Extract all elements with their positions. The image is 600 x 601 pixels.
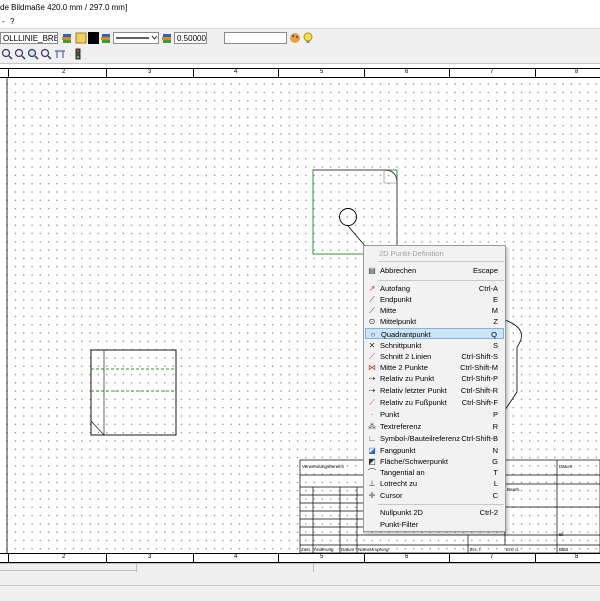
title-block-cell: Ers. d. (506, 547, 520, 552)
center-icon: ⊙ (368, 317, 376, 326)
view-toolbar (0, 46, 600, 64)
title-block-cell: Datum (341, 547, 355, 552)
point-definition-context-menu: 2D Punkt-Definition ▤ Abbrechen Escape ↗… (363, 245, 506, 532)
title-block-cell: Blatt (559, 547, 569, 552)
measure-icon[interactable] (54, 48, 66, 60)
layer-stack-icon[interactable] (61, 32, 73, 44)
symbol-reference-icon: ∟ (368, 434, 376, 443)
menu-item-schnittpunkt[interactable]: ✕ Schnittpunkt S (365, 340, 504, 351)
status-bar (0, 563, 600, 601)
menu-item-mitte-2-punkte[interactable]: ⋈ Mitte 2 Punkte Ctrl-Shift-M (365, 362, 504, 373)
window-title-bar: de Bildmaße 420.0 mm / 297.0 mm] (0, 0, 600, 17)
ruler-label: 4 (234, 69, 238, 75)
midpoint-icon: ⟋ (369, 306, 375, 315)
title-block-cell: Bearb. (507, 487, 521, 492)
centroid-icon: ◩ (368, 457, 376, 466)
menu-bar: - ? (0, 16, 600, 28)
relative-foot-point-icon: ⟋ (369, 398, 375, 407)
color-swatch[interactable] (88, 32, 99, 44)
menu-item-fangpunkt[interactable]: ◪ Fangpunkt N (365, 445, 504, 456)
linetype-stack-icon[interactable] (100, 32, 112, 44)
ruler-label: 3 (148, 554, 152, 560)
menu-item-mittelpunkt[interactable]: ⊙ Mittelpunkt Z (365, 316, 504, 327)
text-input[interactable] (224, 32, 287, 44)
layer-properties-icon[interactable] (75, 32, 87, 44)
menu-item-tangential-an[interactable]: ⌒ Tangential an T (365, 467, 504, 478)
quadrant-icon: ○ (370, 330, 376, 339)
zoom-all-icon[interactable] (40, 48, 52, 60)
title-block-cell: Ers. f. (470, 547, 482, 552)
zoom-out-icon[interactable] (14, 48, 26, 60)
menu-item-relativ-zu-fusspunkt[interactable]: ⟋ Relativ zu Fußpunkt Ctrl-Shift-F (365, 397, 504, 408)
menu-item-abbrechen[interactable]: ▤ Abbrechen Escape (365, 265, 504, 276)
ruler-label: 8 (575, 554, 579, 560)
middle-two-points-icon: ⋈ (368, 363, 376, 372)
tangent-icon: ⌒ (368, 468, 376, 477)
ruler-label: 6 (405, 554, 409, 560)
context-menu-header: 2D Punkt-Definition (379, 249, 444, 258)
intersect-two-lines-icon: ⟋ (369, 352, 375, 361)
cancel-icon: ▤ (368, 266, 376, 275)
title-block-cell: Name (358, 547, 371, 552)
menu-item-nullpunkt-2d[interactable]: Nullpunkt 2D Ctrl-2 (365, 507, 504, 518)
title-block-cell: Zust. (301, 547, 312, 552)
palette-icon[interactable] (289, 32, 301, 44)
autosnap-icon: ↗ (368, 284, 376, 293)
menu-item-help[interactable]: ? (10, 17, 14, 26)
window-title: de Bildmaße 420.0 mm / 297.0 mm] (0, 3, 128, 12)
ruler-label: 4 (234, 554, 238, 560)
menu-item-punkt[interactable]: · Punkt P (365, 409, 504, 420)
menu-item-edit[interactable]: - (2, 17, 5, 26)
text-reference-icon: ⁂ (368, 422, 376, 431)
linewidth-input[interactable]: 0.500000 (174, 32, 207, 44)
title-block-cell: Ursprung (370, 547, 389, 552)
linewidth-stack-icon[interactable] (161, 32, 173, 44)
point-icon: · (370, 410, 374, 419)
lightbulb-icon[interactable] (302, 32, 314, 44)
title-block-cell: Verwendungsbereich (302, 464, 345, 469)
relative-last-point-icon: ⇢ (368, 386, 376, 395)
ruler-label: 2 (62, 554, 66, 560)
ruler-label: 7 (490, 69, 494, 75)
layer-dropdown[interactable]: OLLLINIE_BREIT (0, 32, 58, 44)
intersection-icon: ✕ (368, 341, 376, 350)
ruler-label: 5 (320, 69, 324, 75)
ruler-bottom: 2 3 4 5 6 7 8 (0, 553, 600, 563)
menu-item-schnitt-2-linien[interactable]: ⟋ Schnitt 2 Linien Ctrl-Shift-S (365, 351, 504, 362)
endpoint-icon: ⟋ (369, 295, 375, 304)
zoom-in-icon[interactable] (1, 48, 13, 60)
menu-item-lotrecht-zu[interactable]: ⊥ Lotrecht zu L (365, 478, 504, 489)
menu-item-mitte[interactable]: ⟋ Mitte M (365, 305, 504, 316)
menu-item-endpunkt[interactable]: ⟋ Endpunkt E (365, 294, 504, 305)
title-block-cell: Datum (559, 464, 573, 469)
cursor-icon: ✛ (368, 491, 376, 500)
ruler-label: 5 (320, 554, 324, 560)
menu-item-quadrantpunkt[interactable]: ○ Quadrantpunkt Q (365, 328, 504, 339)
properties-toolbar: OLLLINIE_BREIT 0.500000 (0, 28, 600, 47)
ruler-label: 3 (148, 69, 152, 75)
title-block-cell: Änderung (314, 547, 334, 552)
menu-item-symbol-bauteilreferenz[interactable]: ∟ Symbol-/Bauteilreferenz Ctrl-Shift-B (365, 433, 504, 444)
perpendicular-icon: ⊥ (368, 479, 376, 488)
ruler-label: 6 (405, 69, 409, 75)
relative-point-icon: ⇢ (368, 374, 376, 383)
menu-item-flaeche-schwerpunkt[interactable]: ◩ Fläche/Schwerpunkt G (365, 456, 504, 467)
title-block-cell: Bl. (559, 532, 565, 537)
menu-item-punkt-filter[interactable]: Punkt-Filter (365, 519, 504, 530)
menu-item-autofang[interactable]: ↗ Autofang Ctrl-A (365, 283, 504, 294)
ruler-label: 2 (62, 69, 66, 75)
zoom-window-icon[interactable] (27, 48, 39, 60)
snap-point-icon: ◪ (368, 446, 376, 455)
menu-item-cursor[interactable]: ✛ Cursor C (365, 490, 504, 501)
traffic-light-icon[interactable] (72, 48, 84, 60)
ruler-label: 8 (575, 69, 579, 75)
menu-item-textreferenz[interactable]: ⁂ Textreferenz R (365, 421, 504, 432)
menu-item-relativ-zu-punkt[interactable]: ⇢ Relativ zu Punkt Ctrl-Shift-P (365, 373, 504, 384)
menu-item-relativ-letzter-punkt[interactable]: ⇢ Relativ letzter Punkt Ctrl-Shift-R (365, 385, 504, 396)
linetype-dropdown[interactable] (113, 32, 159, 44)
ruler-label: 7 (490, 554, 494, 560)
